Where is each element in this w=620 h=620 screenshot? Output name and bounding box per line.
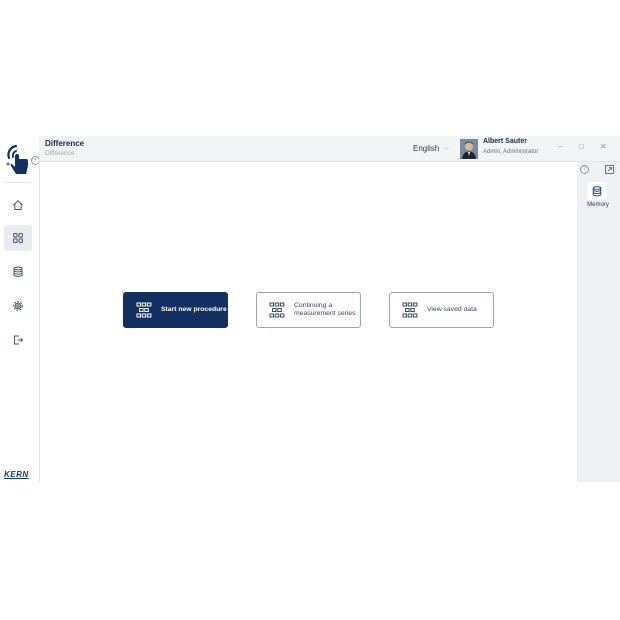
title-bar: Difference Difference English ⌵ Albert S… [39, 136, 620, 162]
procedure-grid-icon [402, 302, 418, 318]
breadcrumb: Difference [45, 150, 75, 157]
sidebar: › KERN [0, 136, 40, 484]
touch-logo-icon [6, 144, 28, 174]
view-saved-data-label: View saved data [427, 305, 477, 313]
memory-button[interactable] [587, 182, 607, 200]
database-icon [13, 266, 23, 277]
maximize-button[interactable]: □ [579, 142, 584, 151]
continue-label-line1: Continuing a [294, 301, 333, 309]
sidebar-item-logout[interactable] [4, 327, 32, 353]
view-saved-data-button[interactable]: View saved data [389, 292, 494, 328]
sidebar-item-settings[interactable] [4, 293, 32, 319]
logout-icon [14, 335, 24, 345]
chevron-down-icon: ⌵ [443, 144, 449, 152]
sidebar-item-apps[interactable] [4, 225, 32, 251]
user-name: Albert Sauter [483, 138, 527, 145]
home-icon [13, 200, 23, 210]
start-new-procedure-button[interactable]: Start new procedure [123, 292, 228, 328]
main-content: Start new procedure Continuing a measure… [39, 162, 577, 482]
user-photo-icon [460, 139, 478, 159]
sidebar-item-database[interactable] [4, 259, 32, 285]
close-button[interactable]: ✕ [600, 142, 607, 151]
language-selector[interactable]: English ⌵ [413, 144, 449, 153]
gear-icon [13, 301, 23, 311]
avatar[interactable] [460, 139, 478, 159]
expand-icon[interactable] [605, 165, 614, 174]
language-label: English [413, 144, 440, 153]
continue-measurement-series-button[interactable]: Continuing a measurement series [256, 292, 361, 328]
grid-icon [13, 233, 23, 243]
minimize-button[interactable]: – [558, 142, 562, 151]
kern-logo: KERN [4, 470, 29, 479]
memory-label: Memory [587, 202, 609, 208]
memory-icon [592, 185, 602, 196]
start-new-procedure-label: Start new procedure [161, 305, 227, 313]
sidebar-divider [4, 182, 31, 183]
user-role: Admin, Administrator [483, 149, 539, 155]
help-icon[interactable]: ? [580, 165, 589, 174]
continue-measurement-series-label: Continuing a measurement series [294, 302, 356, 319]
procedure-grid-icon [136, 302, 152, 318]
sidebar-item-home[interactable] [4, 192, 32, 218]
procedure-grid-icon [269, 302, 285, 318]
continue-label-line2: measurement series [294, 310, 356, 317]
app-window: › KERN Difference Difference English ⌵ A… [0, 136, 620, 484]
right-panel: ? Memory [577, 162, 620, 482]
page-title: Difference [45, 139, 85, 148]
